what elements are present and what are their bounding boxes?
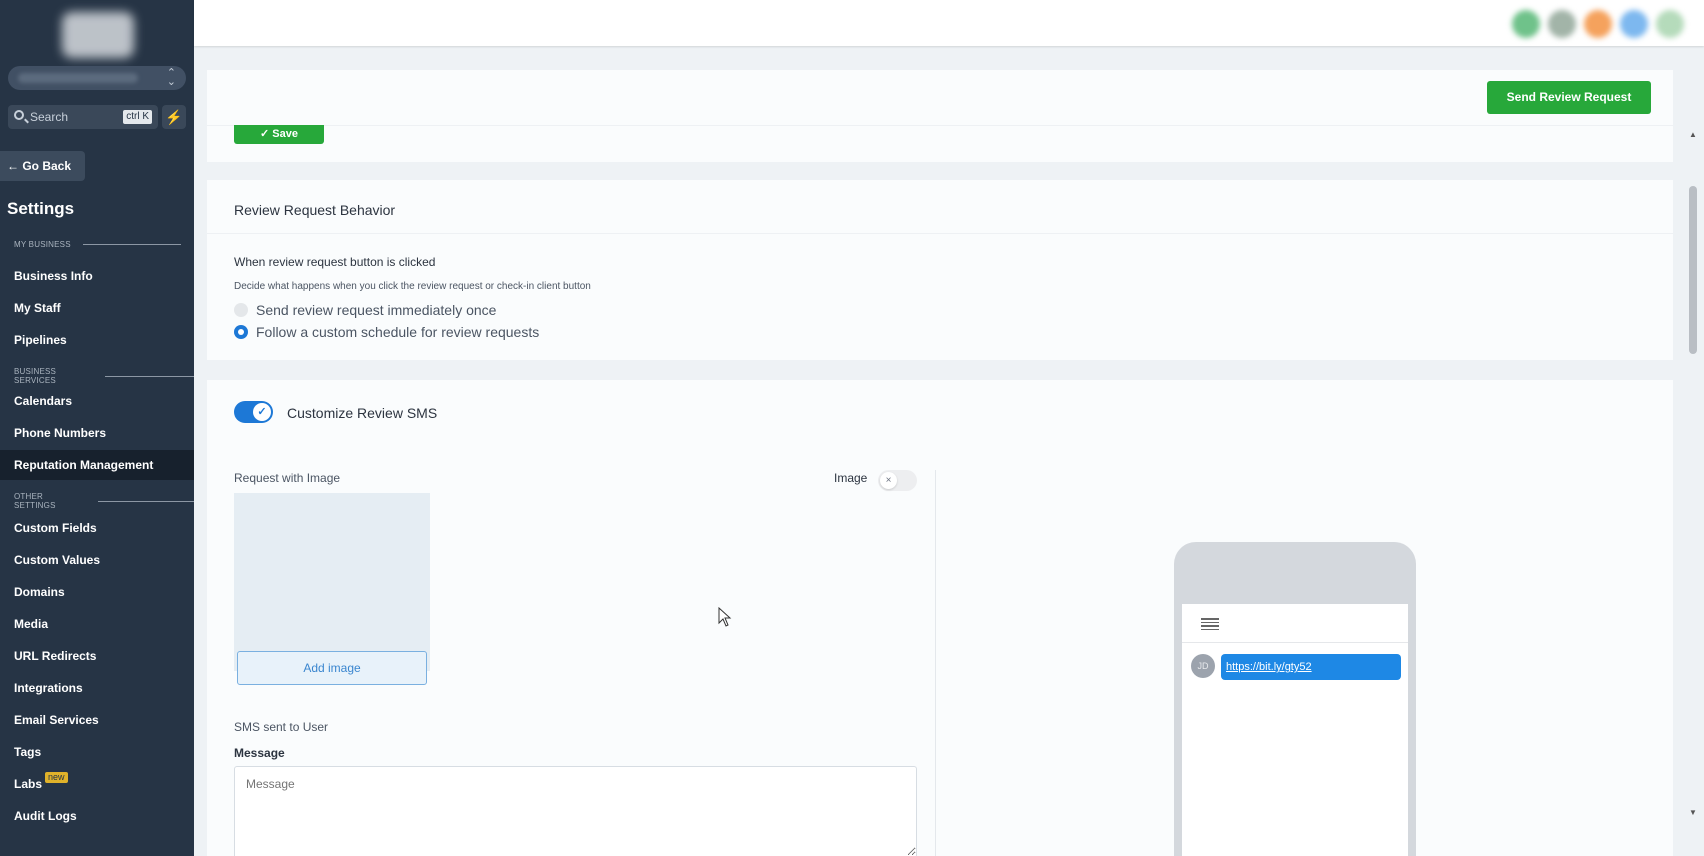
image-placeholder xyxy=(234,493,430,671)
sidebar-title: Settings xyxy=(7,199,75,218)
image-toggle-label: Image xyxy=(834,471,868,485)
chevron-updown-icon: ⌃ ⌄ xyxy=(166,67,176,88)
action-panel: ✓ Save Send Review Request xyxy=(207,70,1673,162)
customize-sms-toggle[interactable]: ✓ xyxy=(234,401,273,423)
column-divider xyxy=(935,470,936,856)
phone-screen: JD https://bit.ly/gty52 xyxy=(1182,604,1408,856)
behavior-description: Decide what happens when you click the r… xyxy=(234,281,591,292)
message-textarea[interactable] xyxy=(234,766,917,856)
mouse-cursor-icon xyxy=(718,607,732,627)
sidebar-item-reputation-management[interactable]: Reputation Management xyxy=(0,450,194,480)
sidebar-item-phone-numbers[interactable]: Phone Numbers xyxy=(0,418,194,448)
customize-sms-panel: ✓ Customize Review SMS Request with Imag… xyxy=(207,380,1673,856)
message-bubble-link: https://bit.ly/gty52 xyxy=(1221,654,1401,680)
divider xyxy=(97,500,194,502)
divider xyxy=(82,244,181,245)
request-with-image-label: Request with Image xyxy=(234,471,341,485)
go-back-button[interactable]: ← Go Back xyxy=(0,151,85,181)
sidebar-item-calendars[interactable]: Calendars xyxy=(0,386,194,416)
header-icon-blurred[interactable] xyxy=(1620,10,1648,38)
scrollbar[interactable]: ▲ ▼ xyxy=(1685,122,1701,822)
sidebar-item-audit-logs[interactable]: Audit Logs xyxy=(0,801,194,831)
scroll-down-icon[interactable]: ▼ xyxy=(1689,808,1697,817)
top-header xyxy=(194,0,1704,46)
sidebar-item-custom-values[interactable]: Custom Values xyxy=(0,545,194,575)
add-image-button[interactable]: Add image xyxy=(237,651,427,685)
company-logo xyxy=(62,12,134,58)
phone-preview: JD https://bit.ly/gty52 xyxy=(1174,542,1416,856)
sidebar-item-email-services[interactable]: Email Services xyxy=(0,705,194,735)
save-button[interactable]: ✓ Save xyxy=(234,125,324,144)
section-label-text: BUSINESS SERVICES xyxy=(14,367,57,385)
sidebar-item-my-staff[interactable]: My Staff xyxy=(0,293,194,323)
radio-button[interactable] xyxy=(234,303,248,317)
account-switcher[interactable]: ⌃ ⌄ xyxy=(8,66,186,90)
section-label-business-services: BUSINESS SERVICES xyxy=(14,367,194,385)
image-toggle[interactable]: × xyxy=(878,470,917,491)
check-icon: ✓ xyxy=(253,403,271,421)
review-request-behavior-panel: Review Request Behavior When review requ… xyxy=(207,180,1673,360)
hamburger-icon xyxy=(1201,618,1219,630)
sidebar-item-label: Labs xyxy=(14,777,43,791)
avatar: JD xyxy=(1191,654,1215,678)
sidebar-item-pipelines[interactable]: Pipelines xyxy=(0,325,194,355)
scroll-up-icon[interactable]: ▲ xyxy=(1689,130,1697,139)
customize-sms-label: Customize Review SMS xyxy=(287,405,438,421)
scroll-thumb[interactable] xyxy=(1689,186,1697,354)
section-label-text: OTHER SETTINGS xyxy=(14,492,56,510)
radio-button[interactable] xyxy=(234,325,248,339)
send-review-request-button[interactable]: Send Review Request xyxy=(1487,81,1651,114)
new-badge: new xyxy=(45,772,68,783)
divider xyxy=(1182,642,1408,643)
sidebar: ⌃ ⌄ Search ctrl K ⚡ ← Go Back Settings MY… xyxy=(0,0,194,856)
sidebar-item-url-redirects[interactable]: URL Redirects xyxy=(0,641,194,671)
account-name-blurred xyxy=(18,73,138,83)
search-placeholder: Search xyxy=(30,110,69,124)
bolt-icon[interactable]: ⚡ xyxy=(162,105,186,129)
sidebar-item-integrations[interactable]: Integrations xyxy=(0,673,194,703)
arrow-left-icon: ← xyxy=(7,159,19,173)
header-icon-blurred[interactable] xyxy=(1656,10,1684,38)
header-icon-blurred[interactable] xyxy=(1512,10,1540,38)
behavior-question: When review request button is clicked xyxy=(234,255,436,269)
header-icon-blurred[interactable] xyxy=(1584,10,1612,38)
divider xyxy=(207,233,1673,234)
radio-send-immediately[interactable]: Send review request immediately once xyxy=(234,302,496,318)
search-shortcut: ctrl K xyxy=(123,110,152,124)
section-label-other-settings: OTHER SETTINGS xyxy=(14,492,194,510)
sms-sent-label: SMS sent to User xyxy=(234,720,329,734)
sidebar-item-business-info[interactable]: Business Info xyxy=(0,261,194,291)
close-icon: × xyxy=(880,472,897,489)
divider xyxy=(207,125,1673,126)
go-back-label: Go Back xyxy=(22,159,72,173)
header-icon-blurred[interactable] xyxy=(1548,10,1576,38)
section-label-text: MY BUSINESS xyxy=(14,240,71,249)
radio-label: Send review request immediately once xyxy=(256,302,497,318)
sidebar-item-labs[interactable]: Labs new xyxy=(0,769,194,799)
sidebar-item-media[interactable]: Media xyxy=(0,609,194,639)
sidebar-item-tags[interactable]: Tags xyxy=(0,737,194,767)
divider xyxy=(104,375,194,377)
search-input[interactable]: Search ctrl K xyxy=(8,105,158,129)
section-label-my-business: MY BUSINESS xyxy=(14,240,181,249)
radio-label: Follow a custom schedule for review requ… xyxy=(256,324,540,340)
radio-custom-schedule[interactable]: Follow a custom schedule for review requ… xyxy=(234,324,539,340)
message-label: Message xyxy=(234,746,285,760)
check-icon: ✓ xyxy=(260,128,273,140)
panel-title: Review Request Behavior xyxy=(234,202,396,218)
save-label: Save xyxy=(272,128,298,140)
sidebar-item-custom-fields[interactable]: Custom Fields xyxy=(0,513,194,543)
sidebar-item-domains[interactable]: Domains xyxy=(0,577,194,607)
search-icon xyxy=(14,110,24,120)
